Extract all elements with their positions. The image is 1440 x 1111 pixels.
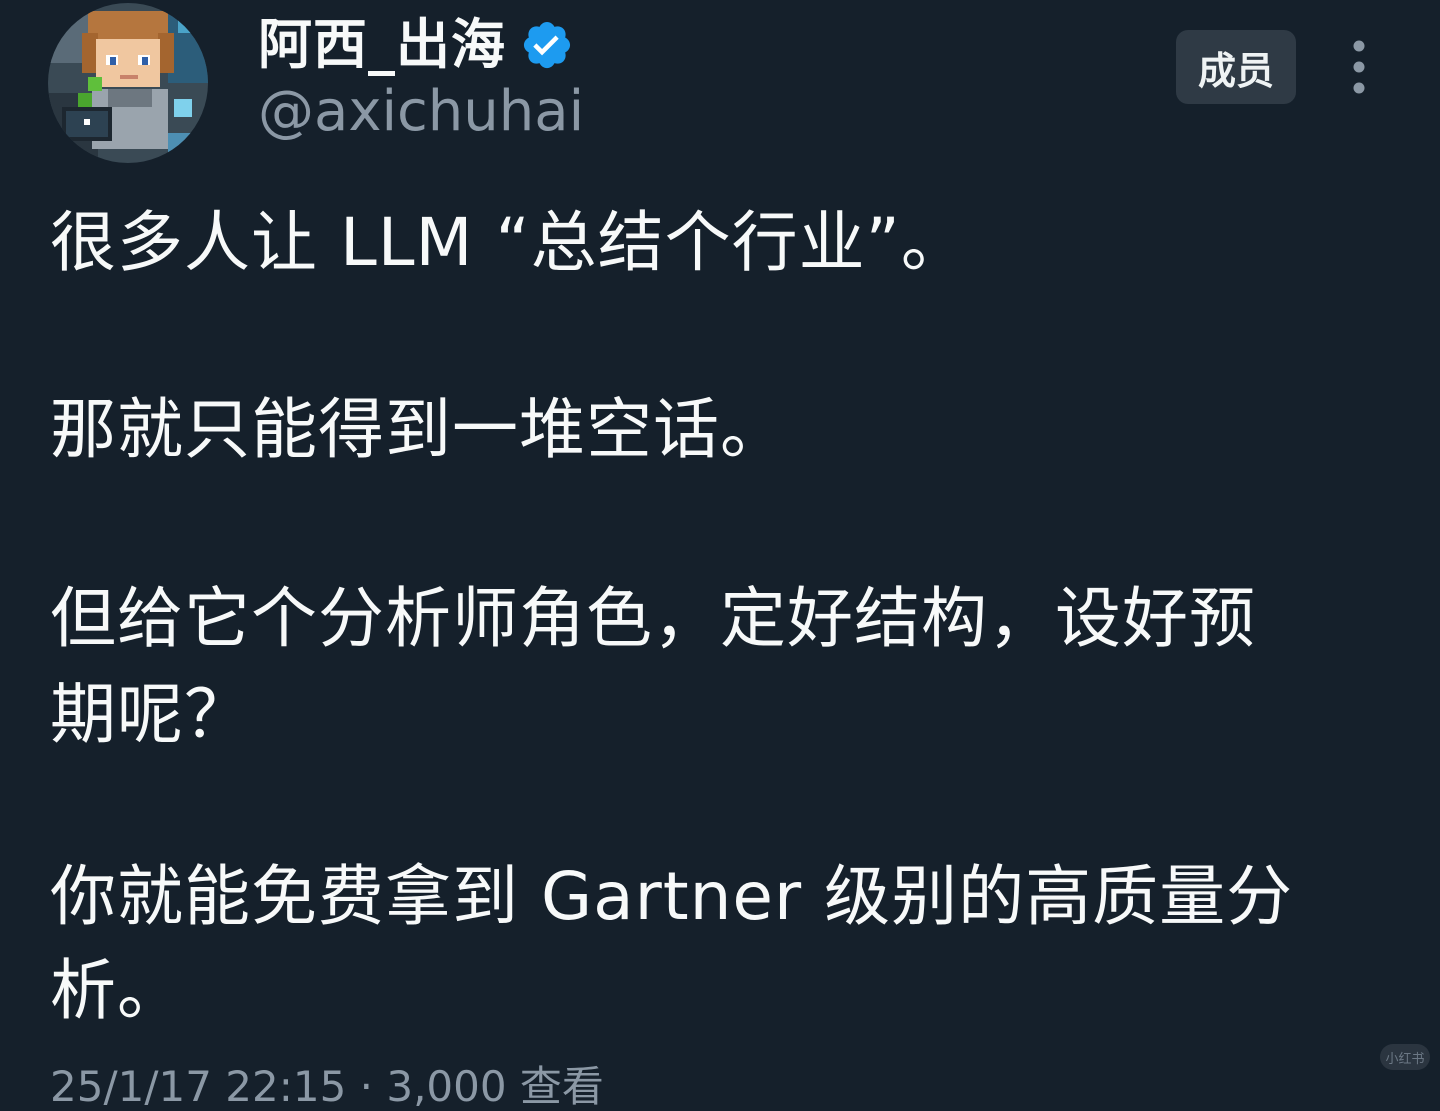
tweet-paragraph: 但给它个分析师角色，定好结构，设好预 — [50, 580, 1256, 657]
more-options-button[interactable] — [1336, 36, 1382, 98]
tweet-paragraph: 期呢？ — [50, 676, 251, 753]
more-vertical-icon — [1336, 36, 1382, 98]
watermark-logo: 小红书 — [1380, 1044, 1430, 1070]
tweet-paragraph: 很多人让 LLM “总结个行业”。 — [50, 204, 968, 281]
verified-badge-icon — [520, 18, 574, 72]
avatar[interactable] — [48, 3, 208, 163]
author-handle[interactable]: @axichuhai — [258, 84, 584, 140]
tweet-paragraph: 那就只能得到一堆空话。 — [50, 391, 787, 468]
tweet-paragraph: 析。 — [50, 952, 184, 1029]
member-button[interactable]: 成员 — [1176, 30, 1296, 104]
tweet-paragraph: 你就能免费拿到 Gartner 级别的高质量分 — [50, 858, 1294, 935]
display-name[interactable]: 阿西_出海 — [258, 18, 506, 72]
author-name-row[interactable]: 阿西_出海 — [258, 12, 574, 78]
tweet-metadata: 25/1/17 22:15 · 3,000 查看 — [50, 1062, 604, 1111]
